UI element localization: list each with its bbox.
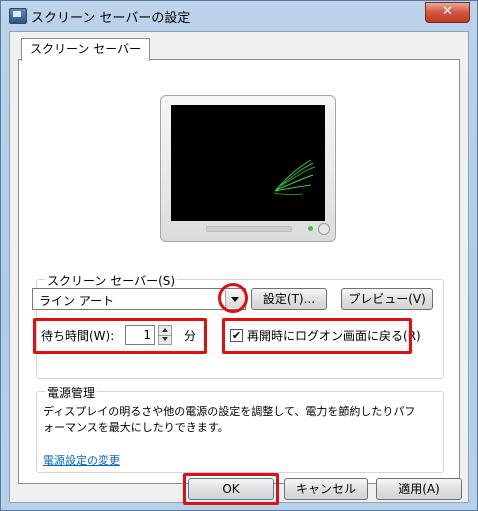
wait-unit-label: 分 xyxy=(184,329,197,343)
resume-logon-checkbox[interactable]: ✔ xyxy=(230,329,243,342)
line-art-preview xyxy=(273,159,316,196)
tab-panel: スクリーン セーバー(S) 電源管理 ディスプレイの明るさや他の電源の設定を調整… xyxy=(18,59,460,484)
power-description-line2: ォーマンスを最大にしたりできます。 xyxy=(43,421,229,434)
wait-minutes-spinner[interactable] xyxy=(158,325,172,345)
close-button[interactable]: ✕ xyxy=(425,2,470,23)
tab-screensaver[interactable]: スクリーン セーバー xyxy=(21,38,151,61)
cancel-button[interactable]: キャンセル xyxy=(284,478,368,500)
window-title: スクリーン セーバーの設定 xyxy=(31,11,191,26)
screensaver-group-label: スクリーン セーバー(S) xyxy=(45,272,178,289)
title-bar[interactable]: スクリーン セーバーの設定 ✕ xyxy=(1,1,477,31)
chevron-down-icon[interactable] xyxy=(225,290,244,308)
power-group-label: 電源管理 xyxy=(45,384,98,401)
ok-button[interactable]: OK xyxy=(188,478,274,500)
power-led-icon xyxy=(308,226,313,231)
spin-down-icon[interactable] xyxy=(159,335,171,344)
wait-minutes-input[interactable]: 1 xyxy=(125,325,155,345)
dialog-client: スクリーン セーバー スクリーン セーバー(S) 電源管理 ディスプレイの明るさ… xyxy=(9,31,469,503)
preview-button[interactable]: プレビュー(V) xyxy=(341,288,433,310)
monitor-base-slot xyxy=(206,226,292,232)
power-description: ディスプレイの明るさや他の電源の設定を調整して、電力を節約したりパフ ォーマンス… xyxy=(43,404,439,436)
apply-button[interactable]: 適用(A) xyxy=(376,478,462,500)
resume-logon-label[interactable]: 再開時にログオン画面に戻る(R) xyxy=(247,327,421,344)
screensaver-settings-window: スクリーン セーバーの設定 ✕ スクリーン セーバー スクリーン セーバー(S)… xyxy=(0,0,478,511)
power-settings-link[interactable]: 電源設定の変更 xyxy=(43,452,120,468)
monitor-preview xyxy=(160,95,336,242)
screensaver-select[interactable]: ライン アート xyxy=(32,288,246,310)
power-group: 電源管理 ディスプレイの明るさや他の電源の設定を調整して、電力を節約したりパフ … xyxy=(36,384,444,473)
settings-button[interactable]: 設定(T)... xyxy=(251,288,327,310)
display-icon xyxy=(9,8,27,24)
wait-label: 待ち時間(W): xyxy=(41,329,115,343)
power-description-line1: ディスプレイの明るさや他の電源の設定を調整して、電力を節約したりパフ xyxy=(43,405,416,418)
power-button-icon xyxy=(318,223,330,235)
preview-screen xyxy=(171,105,325,221)
screensaver-select-value: ライン アート xyxy=(39,294,115,308)
